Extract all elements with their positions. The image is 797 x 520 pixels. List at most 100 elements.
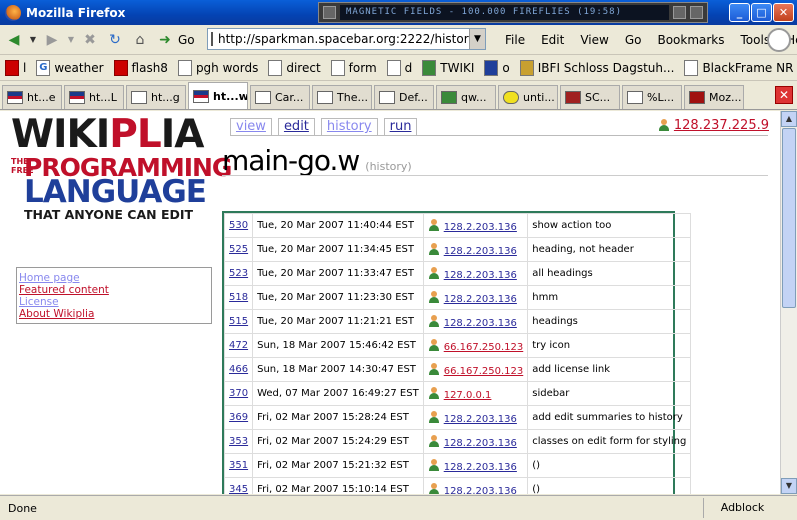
ip-link[interactable]: 128.2.203.136 [444, 414, 517, 425]
ip-link[interactable]: 128.2.203.136 [444, 270, 517, 281]
bookmark-icon [5, 60, 19, 76]
tab-history[interactable]: history [320, 118, 378, 136]
revision-link[interactable]: 525 [229, 244, 248, 255]
bookmark-item[interactable]: form [326, 60, 382, 76]
close-button[interactable]: ✕ [773, 3, 794, 22]
sidebar-item-license[interactable]: License [19, 296, 209, 308]
rev-cell: 472 [223, 333, 254, 358]
smiley-icon [503, 91, 519, 104]
bookmark-item[interactable]: direct [263, 60, 325, 76]
menu-bookmarks[interactable]: Bookmarks [649, 33, 732, 47]
winamp-menu-icon[interactable] [323, 6, 336, 19]
forward-icon[interactable]: ▶ [41, 29, 63, 51]
tab[interactable]: SC... [560, 85, 620, 109]
tab[interactable]: qw... [436, 85, 496, 109]
bookmark-item[interactable]: flash8 [109, 60, 173, 76]
revision-link[interactable]: 466 [229, 364, 248, 375]
revision-link[interactable]: 518 [229, 292, 248, 303]
ip-link[interactable]: 128.2.203.136 [444, 294, 517, 305]
tab[interactable]: Car... [250, 85, 310, 109]
sidebar-item-home[interactable]: Home page [19, 272, 209, 284]
bookmark-item[interactable]: TWIKI [417, 60, 479, 76]
vertical-scrollbar[interactable]: ▲ ▼ [780, 111, 797, 494]
revision-link[interactable]: 472 [229, 340, 248, 351]
table-row: 525 Tue, 20 Mar 2007 11:34:45 EST 128.2.20… [223, 237, 692, 262]
table-row: 466 Sun, 18 Mar 2007 14:30:47 EST 66.167.2… [223, 357, 692, 382]
bookmark-item[interactable]: IBFI Schloss Dagstuh... [515, 60, 680, 76]
menu-file[interactable]: File [497, 33, 533, 47]
tab-run[interactable]: run [383, 118, 418, 136]
menu-edit[interactable]: Edit [533, 33, 572, 47]
url-field[interactable]: http://sparkman.spacebar.org:2222/histor… [207, 28, 486, 50]
back-dropdown-icon[interactable]: ▼ [28, 29, 38, 51]
menu-go[interactable]: Go [617, 33, 650, 47]
wikiplia-logo[interactable]: WIKIPLIA THE FREE PROGRAMMING LANGUAGE T… [11, 115, 232, 227]
sidebar-item-featured[interactable]: Featured content [19, 284, 209, 296]
ip-link[interactable]: 128.2.203.136 [444, 462, 517, 473]
bookmark-item[interactable]: pgh words [173, 60, 263, 76]
stop-icon[interactable]: ✖ [79, 29, 101, 51]
winamp-next-icon[interactable] [690, 6, 703, 19]
bookmark-item[interactable]: d [382, 60, 418, 76]
rev-cell: 369 [223, 405, 254, 430]
revision-link[interactable]: 370 [229, 388, 248, 399]
winamp-play-icon[interactable] [673, 6, 686, 19]
maximize-button[interactable]: □ [751, 3, 772, 22]
revision-link[interactable]: 530 [229, 220, 248, 231]
date-cell: Fri, 02 Mar 2007 15:10:14 EST [252, 477, 424, 494]
tab[interactable]: ht...e [2, 85, 62, 109]
tab[interactable]: ht...L [64, 85, 124, 109]
bookmark-item[interactable]: o [479, 60, 514, 76]
home-icon[interactable]: ⌂ [129, 29, 151, 51]
tab-favicon-icon [7, 91, 23, 104]
ip-link[interactable]: 128.2.203.136 [444, 486, 517, 495]
forward-dropdown-icon[interactable]: ▼ [66, 29, 76, 51]
resize-grip[interactable] [781, 498, 797, 518]
tab[interactable]: The... [312, 85, 372, 109]
go-icon[interactable]: ➜ [154, 29, 176, 51]
reload-icon[interactable]: ↻ [104, 29, 126, 51]
ip-link[interactable]: 128.2.203.136 [444, 222, 517, 233]
tab[interactable]: ht...g [126, 85, 186, 109]
scroll-thumb[interactable] [782, 128, 796, 308]
user-icon [428, 290, 440, 304]
revision-link[interactable]: 351 [229, 460, 248, 471]
site-favicon-icon [211, 32, 213, 46]
back-icon[interactable]: ◀ [3, 29, 25, 51]
winamp-bar[interactable]: MAGNETIC FIELDS - 100.000 FIREFLIES (19:… [318, 2, 708, 23]
bookmark-item[interactable]: Gweather [31, 60, 108, 76]
minimize-button[interactable]: _ [729, 3, 750, 22]
tab[interactable]: Def... [374, 85, 434, 109]
tab-active[interactable]: ht...w [188, 82, 248, 109]
adblock-button[interactable]: Adblock [703, 498, 781, 518]
revision-link[interactable]: 515 [229, 316, 248, 327]
tab-view[interactable]: view [230, 118, 272, 136]
revision-link[interactable]: 369 [229, 412, 248, 423]
ip-link[interactable]: 66.167.250.123 [444, 366, 524, 377]
bookmark-item[interactable]: l [0, 60, 31, 76]
tab[interactable]: Moz... [684, 85, 744, 109]
date-cell: Sun, 18 Mar 2007 14:30:47 EST [252, 357, 424, 382]
page-icon [386, 60, 401, 76]
scroll-down-icon[interactable]: ▼ [781, 478, 797, 494]
bookmark-item[interactable]: BlackFrame NR - Nois... [679, 60, 797, 76]
ip-link[interactable]: 128.2.203.136 [444, 246, 517, 257]
revision-link[interactable]: 353 [229, 436, 248, 447]
ip-link[interactable]: 127.0.0.1 [444, 390, 492, 401]
go-label[interactable]: Go [178, 33, 195, 47]
close-tab-button[interactable]: ✕ [775, 86, 793, 104]
tab-edit[interactable]: edit [277, 118, 315, 136]
user-ip-link[interactable]: 128.237.225.9 [674, 118, 769, 133]
ip-link[interactable]: 66.167.250.123 [444, 342, 524, 353]
summary-cell: headings [527, 309, 692, 334]
tab[interactable]: %L... [622, 85, 682, 109]
revision-link[interactable]: 523 [229, 268, 248, 279]
scroll-up-icon[interactable]: ▲ [781, 111, 797, 127]
sidebar-item-about[interactable]: About Wikiplia [19, 308, 209, 320]
ip-link[interactable]: 128.2.203.136 [444, 438, 517, 449]
menu-view[interactable]: View [572, 33, 616, 47]
url-dropdown-icon[interactable]: ▼ [469, 29, 485, 49]
tab[interactable]: unti... [498, 85, 558, 109]
ip-link[interactable]: 128.2.203.136 [444, 318, 517, 329]
revision-link[interactable]: 345 [229, 484, 248, 494]
